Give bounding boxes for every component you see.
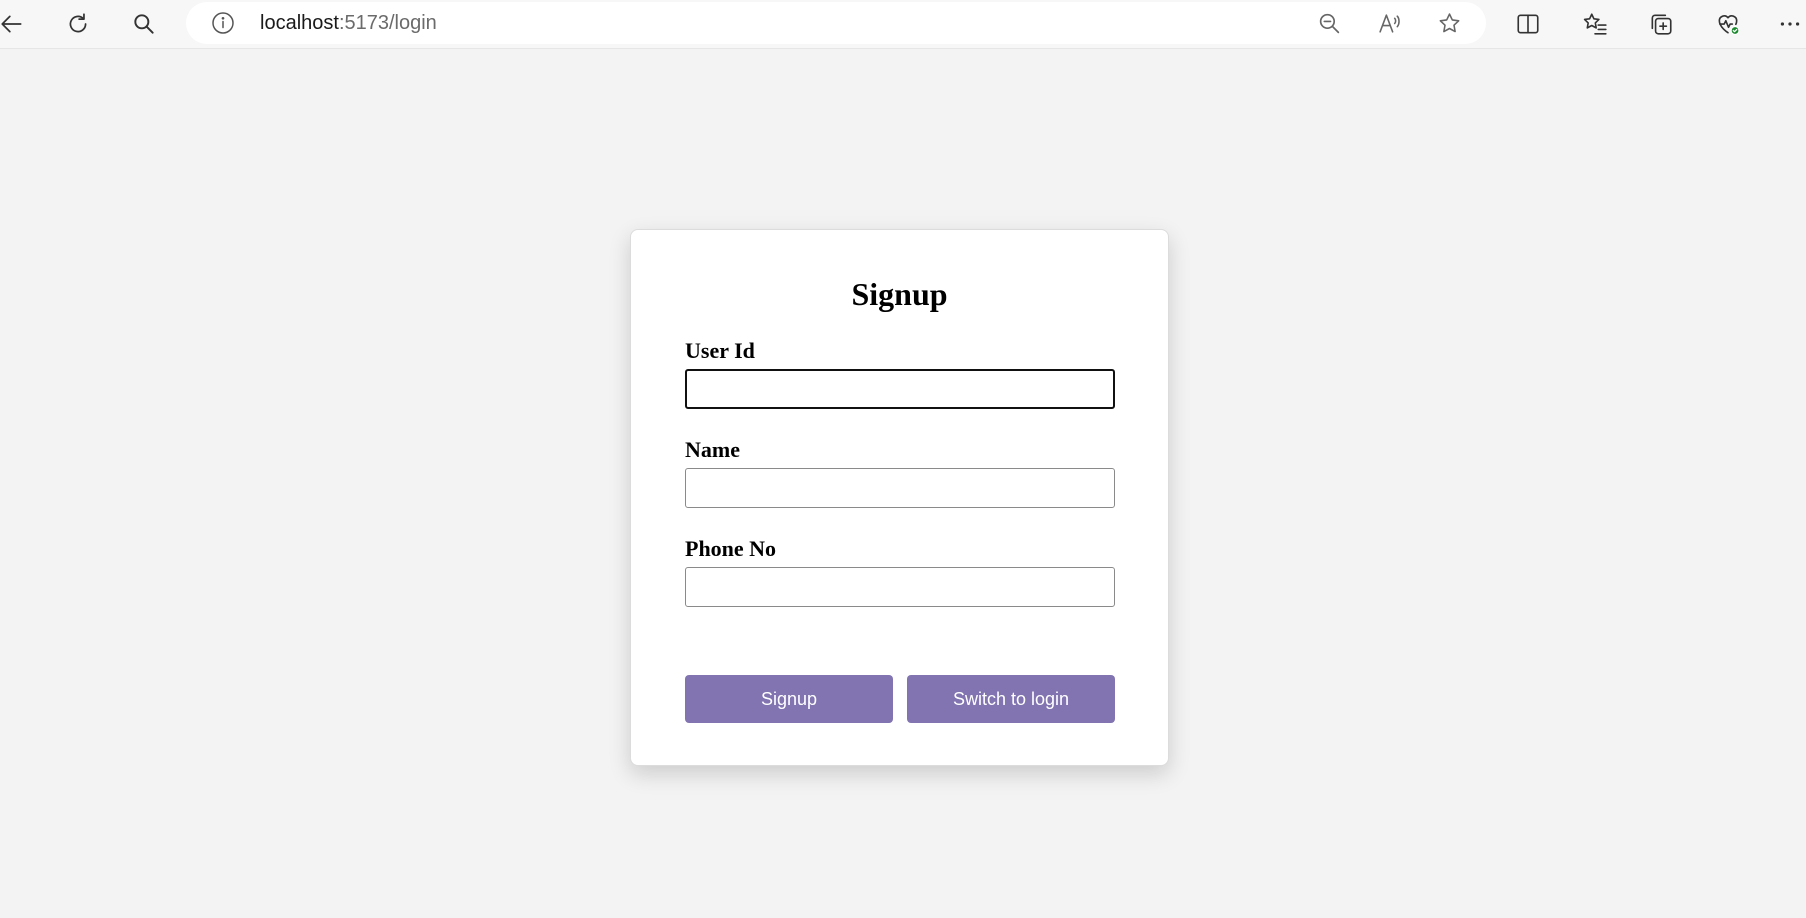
- search-icon[interactable]: [126, 6, 162, 42]
- user-id-label: User Id: [685, 338, 755, 363]
- phone-no-input[interactable]: [685, 567, 1115, 607]
- user-id-input[interactable]: [685, 369, 1115, 409]
- signup-card: Signup User Id Name Phone No Signup Swit…: [630, 229, 1169, 766]
- url-text[interactable]: localhost:5173/login: [260, 11, 437, 35]
- star-icon[interactable]: [1435, 9, 1463, 37]
- switch-to-login-button[interactable]: Switch to login: [907, 675, 1115, 723]
- split-screen-icon[interactable]: [1510, 6, 1546, 42]
- url-host: localhost: [260, 12, 339, 34]
- back-arrow-icon[interactable]: [0, 6, 30, 42]
- heart-pulse-icon[interactable]: [1710, 6, 1746, 42]
- name-label: Name: [685, 437, 740, 462]
- address-bar[interactable]: localhost:5173/login: [186, 2, 1486, 44]
- favorites-list-icon[interactable]: [1577, 6, 1613, 42]
- more-icon[interactable]: [1772, 6, 1806, 42]
- collections-icon[interactable]: [1643, 6, 1679, 42]
- url-path: :5173/login: [338, 12, 437, 34]
- read-aloud-icon[interactable]: [1375, 9, 1403, 37]
- phone-no-label: Phone No: [685, 536, 777, 561]
- signup-button[interactable]: Signup: [685, 675, 893, 723]
- info-icon[interactable]: [210, 10, 236, 36]
- form-title: Signup: [851, 276, 948, 312]
- browser-toolbar: localhost:5173/login: [0, 0, 1806, 49]
- refresh-icon[interactable]: [60, 6, 96, 42]
- name-input[interactable]: [685, 468, 1115, 508]
- zoom-out-icon[interactable]: [1315, 9, 1343, 37]
